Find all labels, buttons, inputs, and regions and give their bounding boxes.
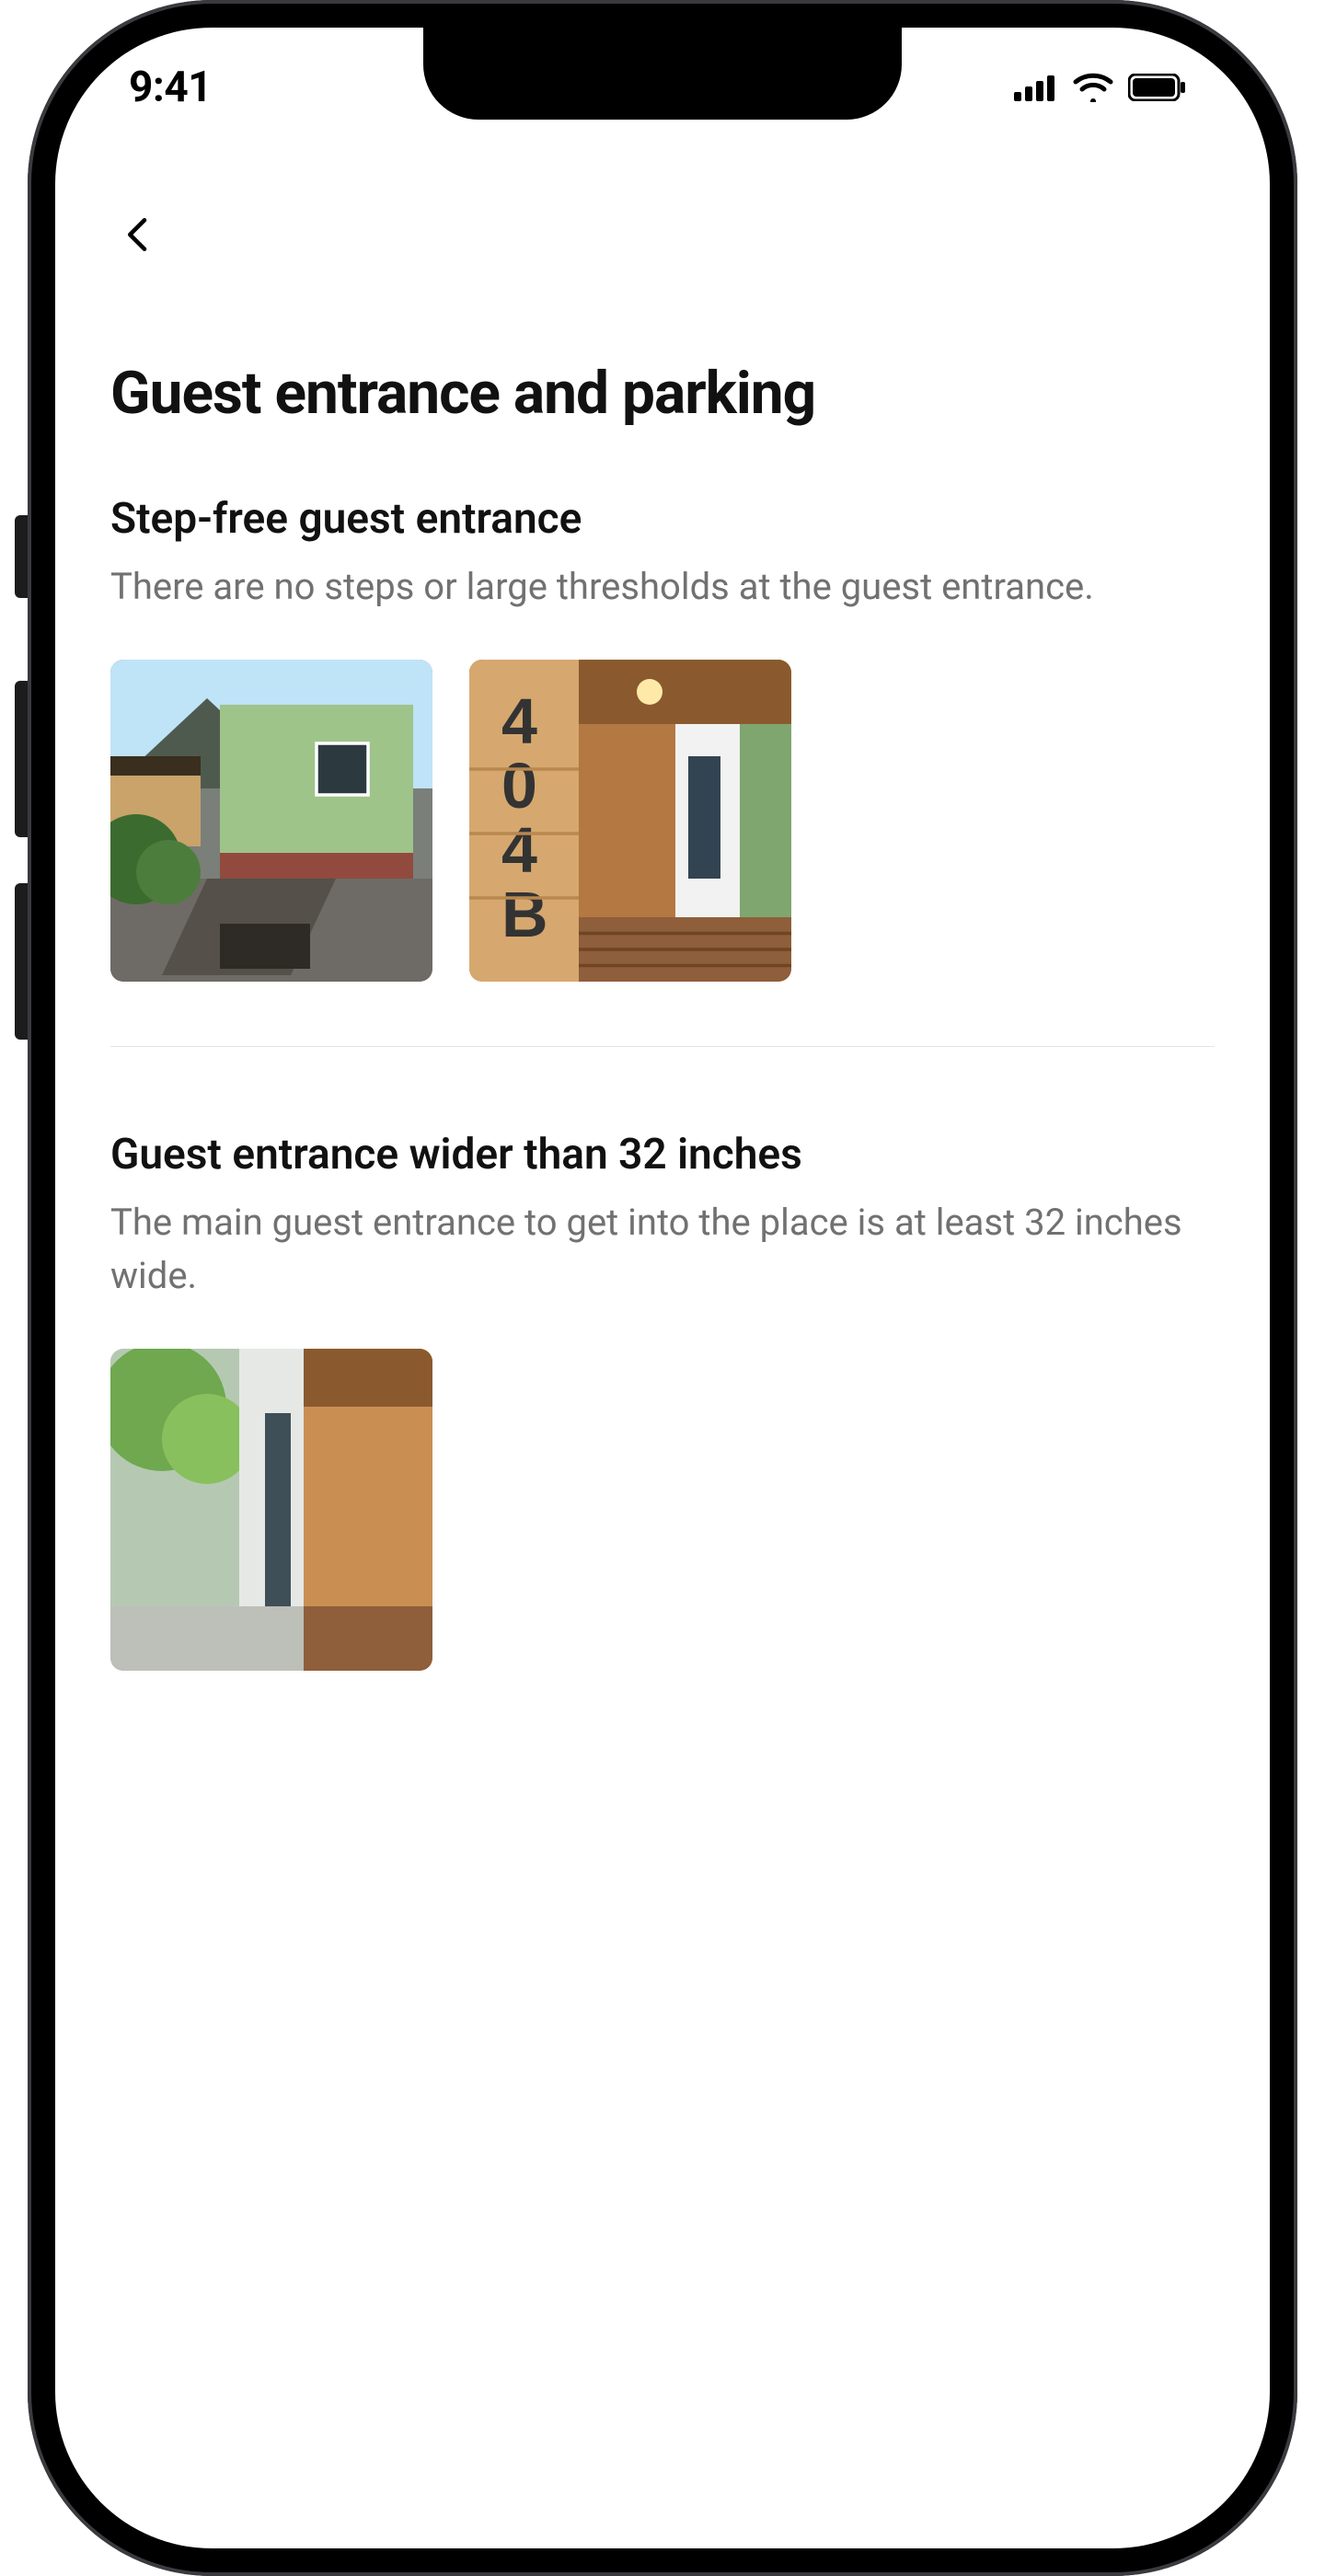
page-title: Guest entrance and parking: [110, 359, 1215, 428]
divider: [110, 1046, 1215, 1047]
feature-heading: Step-free guest entrance: [110, 494, 1215, 544]
notch: [423, 28, 902, 120]
phone-frame: 9:41: [28, 0, 1297, 2576]
svg-text:4: 4: [501, 685, 537, 757]
feature-thumbnails: 4 0 4 B: [110, 660, 1215, 982]
svg-text:4: 4: [501, 814, 537, 886]
back-button[interactable]: [110, 207, 166, 262]
side-button: [15, 681, 28, 837]
entrance-photo[interactable]: 4 0 4 B: [469, 660, 791, 982]
feature-section: Guest entrance wider than 32 inches The …: [110, 1130, 1215, 1671]
entrance-photo[interactable]: [110, 660, 432, 982]
feature-description: There are no steps or large thresholds a…: [110, 560, 1215, 614]
nav-bar: [110, 166, 1215, 304]
feature-section: Step-free guest entrance There are no st…: [110, 494, 1215, 982]
screen: 9:41: [55, 28, 1270, 2548]
content-area: Guest entrance and parking Step-free gue…: [55, 28, 1270, 2548]
feature-description: The main guest entrance to get into the …: [110, 1196, 1215, 1303]
side-button: [15, 515, 28, 598]
svg-text:0: 0: [501, 750, 537, 822]
chevron-left-icon: [119, 215, 157, 254]
feature-heading: Guest entrance wider than 32 inches: [110, 1130, 1215, 1179]
entrance-photo[interactable]: [110, 1349, 432, 1671]
feature-thumbnails: [110, 1349, 1215, 1671]
side-button: [15, 883, 28, 1040]
svg-text:B: B: [501, 879, 548, 950]
